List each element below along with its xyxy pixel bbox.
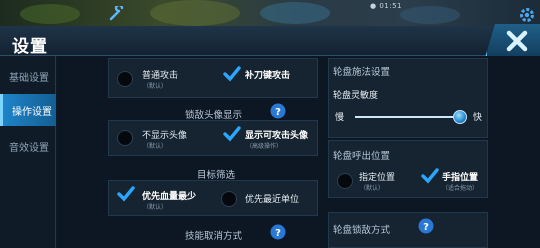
sidebar-item-label: 基础设置 — [9, 72, 49, 84]
sensitivity-slider-fill — [355, 116, 460, 118]
lock-avatar-help-icon[interactable]: ? — [270, 103, 286, 119]
page-title: 设置 — [12, 37, 48, 57]
skill-cancel-heading: 技能取消方式 — [185, 231, 243, 242]
svg-text:?: ? — [275, 107, 281, 118]
wheel-callout-heading: 轮盘呼出位置 — [333, 151, 391, 162]
sidebar-item-label: 音效设置 — [9, 142, 49, 154]
nearest-first-radio[interactable] — [221, 191, 237, 207]
skill-cancel-help-icon[interactable]: ? — [270, 224, 286, 240]
hide-avatar-label: 不显示头像 — [142, 131, 188, 141]
svg-text:?: ? — [423, 222, 429, 233]
sidebar-item-controls[interactable]: 操作设置 — [0, 94, 56, 126]
fast-label: 快 — [473, 113, 483, 123]
lock-avatar-heading: 锁敌头像显示 — [185, 110, 243, 121]
hide-avatar-radio[interactable] — [117, 130, 133, 146]
settings-sidebar: 基础设置 操作设置 音效设置 — [0, 56, 56, 248]
wheel-cast-heading: 轮盘施法设置 — [333, 67, 391, 78]
last-hit-attack-label: 补刀键攻击 — [245, 71, 291, 81]
sidebar-item-label: 操作设置 — [12, 106, 52, 118]
target-filter-heading: 目标筛选 — [197, 170, 236, 181]
gear-icon[interactable] — [518, 6, 536, 24]
fixed-position-label: 指定位置 — [359, 173, 396, 183]
slow-label: 慢 — [335, 113, 345, 123]
normal-attack-label: 普通攻击 — [142, 71, 179, 81]
show-avatar-label: 显示可攻击头像 — [245, 131, 309, 141]
status-bar-text: ● 01:51 — [370, 2, 403, 10]
settings-header — [0, 26, 540, 56]
normal-attack-sub: （默认） — [143, 83, 168, 90]
show-avatar-checkbox[interactable] — [223, 126, 241, 142]
close-icon — [506, 30, 528, 52]
low-hp-first-checkbox[interactable] — [117, 186, 135, 202]
nearest-first-label: 优先最近单位 — [245, 195, 300, 205]
low-hp-first-label: 优先血量最少 — [142, 192, 197, 202]
sidebar-item-basic[interactable]: 基础设置 — [0, 60, 56, 92]
wheel-lock-heading: 轮盘锁敌方式 — [333, 225, 391, 236]
fixed-position-radio[interactable] — [337, 173, 353, 189]
hide-avatar-sub: （默认） — [143, 143, 168, 150]
normal-attack-radio[interactable] — [117, 71, 133, 87]
wheel-lock-help-icon[interactable]: ? — [418, 218, 434, 234]
finger-position-label: 手指位置 — [442, 173, 479, 183]
last-hit-attack-checkbox[interactable] — [223, 66, 241, 82]
sensitivity-slider-thumb[interactable] — [452, 110, 467, 124]
sidebar-item-audio[interactable]: 音效设置 — [0, 130, 56, 162]
wrench-icon[interactable] — [108, 6, 126, 22]
low-hp-first-sub: （默认） — [143, 204, 168, 211]
show-avatar-sub: （高级操作） — [246, 143, 283, 150]
finger-position-sub: （适合拖动） — [442, 185, 479, 192]
finger-position-checkbox[interactable] — [421, 168, 439, 184]
fixed-position-sub: （默认） — [360, 185, 385, 192]
svg-text:?: ? — [275, 228, 281, 239]
wheel-sensitivity-label: 轮盘灵敏度 — [333, 91, 379, 101]
